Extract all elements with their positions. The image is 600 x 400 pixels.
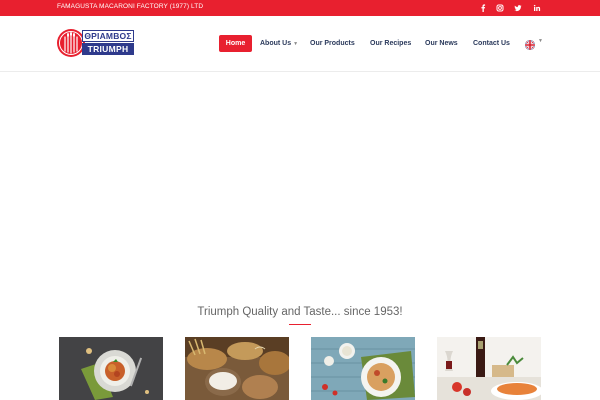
pasta-dish-wine-photo[interactable] bbox=[437, 337, 541, 400]
nav-our-recipes[interactable]: Our Recipes bbox=[370, 35, 411, 52]
nav-our-products[interactable]: Our Products bbox=[310, 35, 355, 52]
logo-greek-text: ΘΡΙΑΜΒΟΣ bbox=[82, 30, 134, 42]
instagram-icon[interactable] bbox=[494, 2, 506, 14]
uk-flag-icon[interactable] bbox=[525, 37, 535, 50]
tagline: Triumph Quality and Taste... since 1953! bbox=[197, 306, 403, 318]
nav-home-label: Home bbox=[225, 40, 246, 47]
nav-our-products-label: Our Products bbox=[310, 40, 355, 47]
top-bar: FAMAGUSTA MACARONI FACTORY (1977) LTD bbox=[0, 0, 600, 16]
triumph-logo[interactable]: ΘΡΙΑΜΒΟΣ TRIUMPH bbox=[56, 28, 136, 58]
nav-our-news[interactable]: Our News bbox=[425, 35, 458, 52]
bread-flour-photo[interactable] bbox=[185, 337, 289, 400]
nav-about-us[interactable]: About Us ▼ bbox=[260, 35, 298, 52]
nav-home[interactable]: Home bbox=[219, 35, 252, 52]
site-header: ΘΡΙΑΜΒΟΣ TRIUMPH Home About Us ▼ Our Prod… bbox=[0, 16, 600, 72]
twitter-icon[interactable] bbox=[512, 2, 524, 14]
pasta-bowl-photo[interactable] bbox=[311, 337, 415, 400]
nav-our-recipes-label: Our Recipes bbox=[370, 40, 412, 47]
company-name: FAMAGUSTA MACARONI FACTORY (1977) LTD bbox=[57, 3, 204, 10]
nav-our-news-label: Our News bbox=[425, 40, 458, 47]
spaghetti-plate-photo[interactable] bbox=[59, 337, 163, 400]
nav-contact-us-label: Contact Us bbox=[473, 40, 510, 47]
facebook-icon[interactable] bbox=[477, 2, 489, 14]
tagline-divider bbox=[289, 324, 311, 325]
chevron-down-icon: ▼ bbox=[293, 41, 299, 47]
nav-contact-us[interactable]: Contact Us bbox=[473, 35, 510, 52]
nav-about-us-label: About Us bbox=[260, 40, 292, 47]
language-chevron-down-icon[interactable]: ▼ bbox=[538, 38, 543, 44]
logo-english-text: TRIUMPH bbox=[82, 43, 134, 55]
linkedin-icon[interactable] bbox=[531, 2, 543, 14]
